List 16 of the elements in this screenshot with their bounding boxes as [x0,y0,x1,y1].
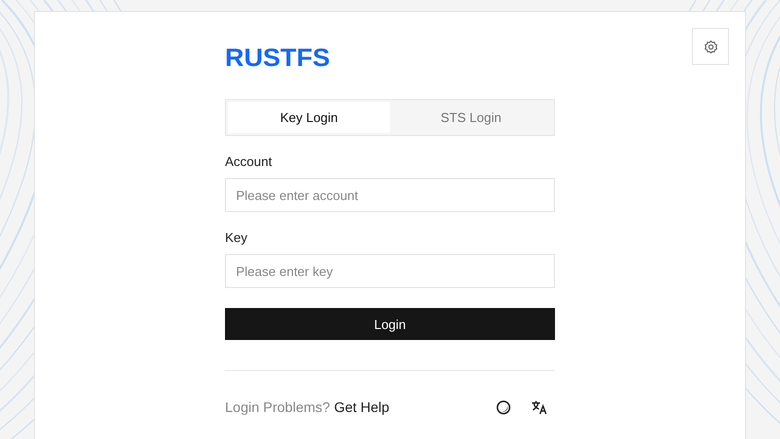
field-label: Account [225,154,273,169]
tab[interactable]: STS Login [390,102,552,133]
input-field[interactable]: Please enter key [225,254,555,288]
theme-icon [496,400,511,414]
input-field[interactable]: Please enter account [225,178,555,212]
field-label: Key [225,230,248,245]
tab[interactable]: Key Login [228,102,390,133]
settings-button[interactable] [692,28,729,65]
login-button[interactable]: Login [225,308,555,340]
help-link[interactable]: Get Help [334,399,390,415]
help-prompt: Login Problems? [225,399,330,415]
translate-icon [531,400,547,414]
logo: RUSTFS [225,45,330,71]
theme-toggle-button[interactable] [496,400,511,414]
language-button[interactable] [531,400,547,414]
settings-icon [704,40,718,54]
